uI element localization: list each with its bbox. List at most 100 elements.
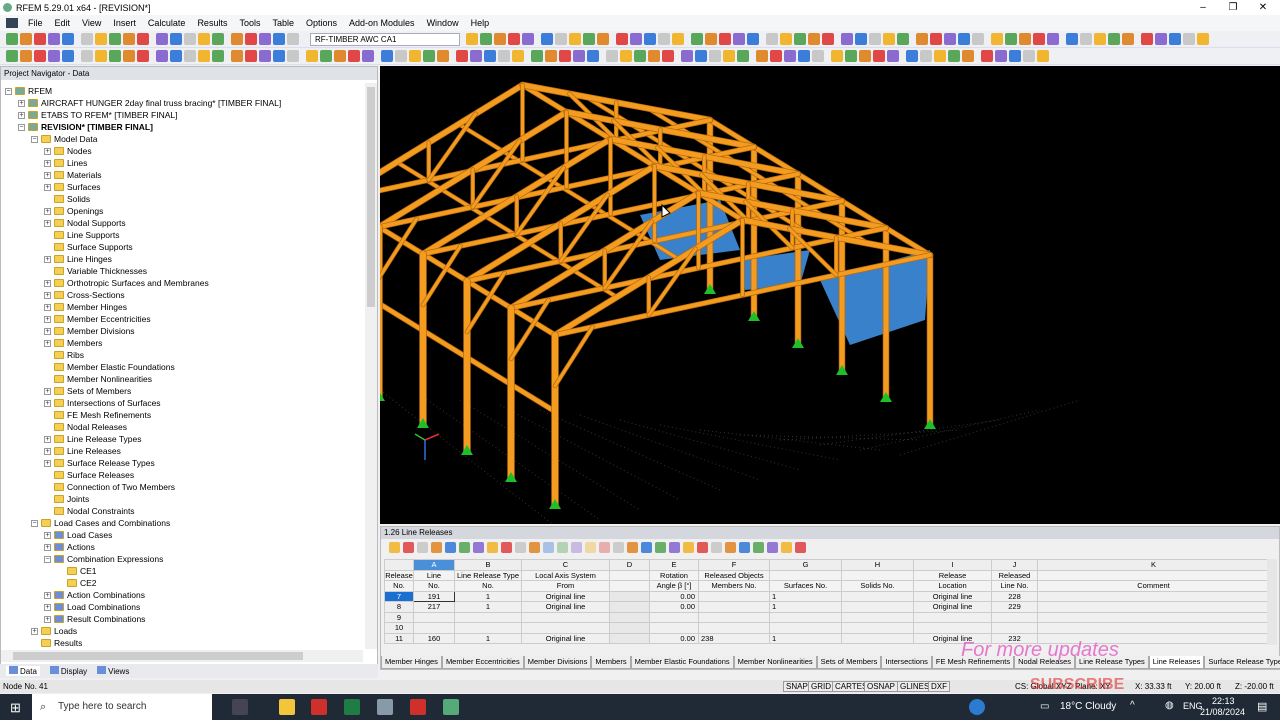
- tree-item-lines[interactable]: + Lines: [44, 157, 87, 169]
- toolbar-button-icon[interactable]: [212, 50, 224, 62]
- toolbar-button-icon[interactable]: [231, 50, 243, 62]
- expand-icon[interactable]: +: [44, 399, 51, 407]
- toolbar-button-icon[interactable]: [883, 33, 895, 45]
- tree-item-member-divisions[interactable]: + Member Divisions: [44, 325, 135, 337]
- table-cell[interactable]: [413, 622, 455, 634]
- expand-icon[interactable]: +: [44, 447, 51, 455]
- module-combo[interactable]: RF-TIMBER AWC CA1: [310, 32, 460, 46]
- toolbar-button-icon[interactable]: [1047, 33, 1059, 45]
- toolbar-button-icon[interactable]: [569, 33, 581, 45]
- toolbar-button-icon[interactable]: [948, 50, 960, 62]
- table-toolbar-button-icon[interactable]: [781, 541, 792, 553]
- expand-icon[interactable]: +: [44, 147, 51, 155]
- toolbar-button-icon[interactable]: [616, 33, 628, 45]
- table-toolbar-button-icon[interactable]: [725, 541, 736, 553]
- toolbar-button-icon[interactable]: [423, 50, 435, 62]
- expand-icon[interactable]: +: [44, 219, 51, 227]
- nav-tab-data[interactable]: Data: [6, 666, 40, 676]
- toolbar-button-icon[interactable]: [995, 50, 1007, 62]
- column-A[interactable]: A: [413, 559, 455, 571]
- table-toolbar-button-icon[interactable]: [613, 541, 624, 553]
- girt-member[interactable]: [380, 301, 425, 333]
- table-cell[interactable]: 238: [698, 632, 770, 644]
- toolbar-button-icon[interactable]: [156, 50, 168, 62]
- table-cell[interactable]: Original line: [521, 601, 610, 613]
- toolbar-button-icon[interactable]: [81, 33, 93, 45]
- tree-item-combination-expressions[interactable]: − Combination Expressions: [44, 553, 163, 565]
- row-number[interactable]: 10: [384, 622, 414, 634]
- file-explorer-icon[interactable]: [279, 699, 295, 715]
- collapse-icon[interactable]: −: [44, 555, 51, 563]
- table-cell[interactable]: 0.00: [649, 601, 699, 613]
- table-toolbar-button-icon[interactable]: [655, 541, 666, 553]
- toolbar-button-icon[interactable]: [634, 50, 646, 62]
- expand-icon[interactable]: +: [44, 279, 51, 287]
- expand-icon[interactable]: +: [44, 303, 51, 311]
- table-cell[interactable]: [841, 632, 914, 644]
- tree-item-cross-sections[interactable]: + Cross-Sections: [44, 289, 125, 301]
- excel-icon[interactable]: [344, 699, 360, 715]
- tree-item-members[interactable]: + Members: [44, 337, 102, 349]
- toolbar-button-icon[interactable]: [770, 50, 782, 62]
- toolbar-button-icon[interactable]: [273, 33, 285, 45]
- table-cell[interactable]: [841, 622, 914, 634]
- tree-item-member-eccentricities[interactable]: + Member Eccentricities: [44, 313, 151, 325]
- tree-item-nodal-releases[interactable]: Nodal Releases: [44, 421, 127, 433]
- sheet-tab-members[interactable]: Members: [591, 656, 631, 669]
- expand-icon[interactable]: +: [44, 387, 51, 395]
- network-icon[interactable]: ◍: [1165, 700, 1174, 711]
- tree-item-line-releases[interactable]: + Line Releases: [44, 445, 121, 457]
- toolbar-button-icon[interactable]: [630, 33, 642, 45]
- toolbar-button-icon[interactable]: [184, 33, 196, 45]
- tree-item-revision-timber-final[interactable]: − REVISION* [TIMBER FINAL]: [18, 121, 153, 133]
- menu-options[interactable]: Options: [306, 18, 337, 28]
- sheet-tab-member-elastic-foundations[interactable]: Member Elastic Foundations: [630, 656, 734, 669]
- toolbar-button-icon[interactable]: [648, 50, 660, 62]
- toolbar-button-icon[interactable]: [456, 50, 468, 62]
- collapse-icon[interactable]: −: [5, 87, 12, 95]
- expand-icon[interactable]: +: [44, 603, 51, 611]
- toolbar-button-icon[interactable]: [1122, 33, 1134, 45]
- toolbar-button-icon[interactable]: [695, 50, 707, 62]
- table-toolbar-button-icon[interactable]: [501, 541, 512, 553]
- toolbar-button-icon[interactable]: [930, 33, 942, 45]
- toolbar-button-icon[interactable]: [522, 33, 534, 45]
- toolbar-button-icon[interactable]: [137, 33, 149, 45]
- column-G[interactable]: G: [769, 559, 842, 571]
- tray-chevron-icon[interactable]: ^: [1130, 700, 1135, 711]
- table-cell[interactable]: 160: [413, 632, 455, 644]
- toolbar-button-icon[interactable]: [672, 33, 684, 45]
- toolbar-button-icon[interactable]: [259, 33, 271, 45]
- toolbar-button-icon[interactable]: [1033, 33, 1045, 45]
- toolbar-button-icon[interactable]: [245, 50, 257, 62]
- table-toolbar-button-icon[interactable]: [403, 541, 414, 553]
- toolbar-button-icon[interactable]: [1094, 33, 1106, 45]
- table-toolbar-button-icon[interactable]: [543, 541, 554, 553]
- expand-icon[interactable]: +: [18, 99, 25, 107]
- table-row[interactable]: 11 160 1 Original line 0.00 238 1 Original line…: [384, 632, 1270, 644]
- tree-item-line-release-types[interactable]: + Line Release Types: [44, 433, 142, 445]
- sheet-tab-line-releases[interactable]: Line Releases: [1148, 656, 1205, 669]
- table-toolbar-button-icon[interactable]: [767, 541, 778, 553]
- toolbar-button-icon[interactable]: [1009, 50, 1021, 62]
- toolbar-button-icon[interactable]: [962, 50, 974, 62]
- toolbar-button-icon[interactable]: [1023, 50, 1035, 62]
- toolbar-button-icon[interactable]: [855, 33, 867, 45]
- column-B[interactable]: B: [454, 559, 522, 571]
- row-number[interactable]: 11: [384, 632, 414, 644]
- toolbar-button-icon[interactable]: [1037, 50, 1049, 62]
- table-cell[interactable]: 0.00: [649, 590, 699, 602]
- column-K[interactable]: K: [1037, 559, 1270, 571]
- expand-icon[interactable]: +: [44, 435, 51, 443]
- tree-item-sets-of-members[interactable]: + Sets of Members: [44, 385, 131, 397]
- girt-member[interactable]: [509, 382, 557, 414]
- minimize-button[interactable]: –: [1188, 0, 1218, 15]
- tree-item-intersections-of-surfaces[interactable]: + Intersections of Surfaces: [44, 397, 161, 409]
- start-button[interactable]: ⊞: [10, 700, 21, 716]
- table-cell[interactable]: 191: [413, 590, 455, 602]
- collapse-icon[interactable]: −: [31, 519, 38, 527]
- toolbar-button-icon[interactable]: [123, 33, 135, 45]
- menu-add-on-modules[interactable]: Add-on Modules: [349, 18, 415, 28]
- status-toggle-dxf[interactable]: DXF: [928, 681, 950, 692]
- toolbar-button-icon[interactable]: [245, 33, 257, 45]
